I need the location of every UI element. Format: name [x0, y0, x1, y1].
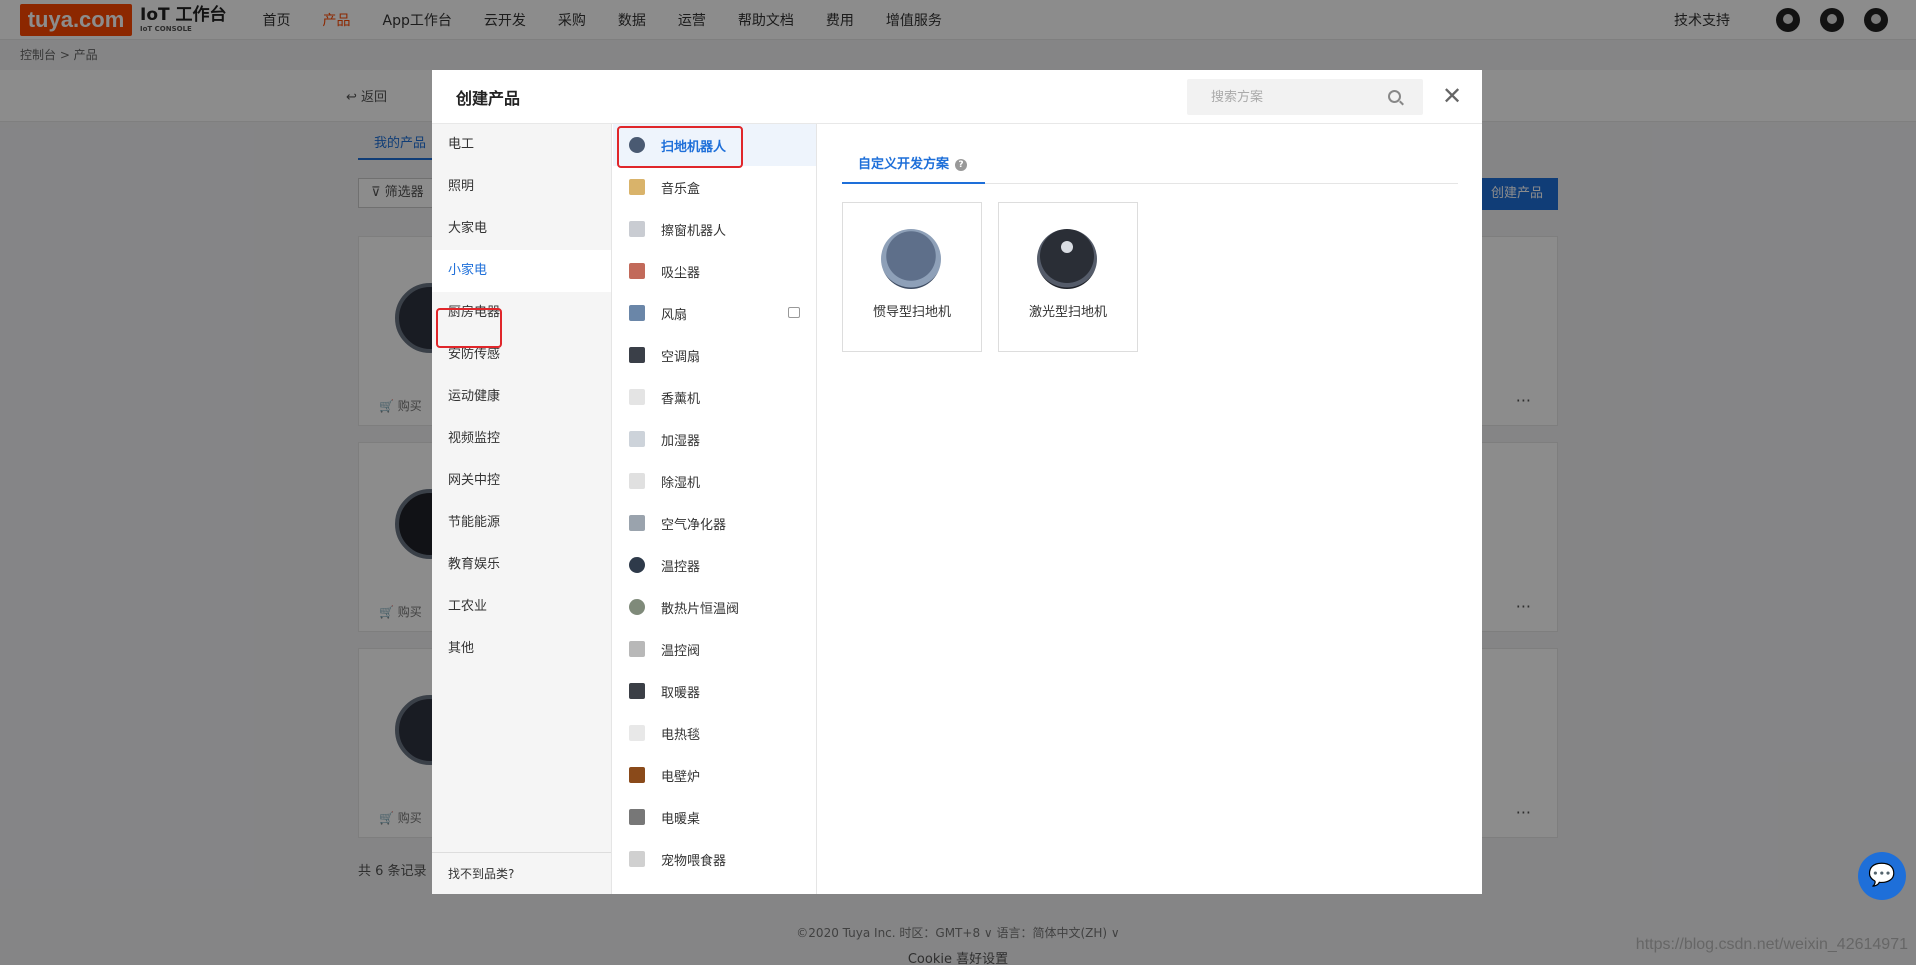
category-large-appliances[interactable]: 大家电 [432, 208, 611, 250]
solution-panel: 自定义开发方案? 惯导型扫地机 激光型扫地机 [818, 124, 1482, 894]
subcategory-label: 香薰机 [661, 391, 701, 407]
category-electrician[interactable]: 电工 [432, 124, 611, 166]
radiator-valve-icon [629, 599, 645, 615]
fan-icon [629, 305, 645, 321]
subcategory-item[interactable]: 加湿器 [613, 418, 816, 460]
subcategory-label: 吸尘器 [661, 265, 701, 281]
subcategory-label: 加湿器 [661, 433, 701, 449]
solution-tabs: 自定义开发方案? [842, 154, 1458, 184]
subcategory-highlight-box [617, 126, 743, 168]
category-education[interactable]: 教育娱乐 [432, 544, 611, 586]
subcategory-item[interactable]: 空气净化器 [613, 502, 816, 544]
subcategory-item[interactable]: 电壁炉 [613, 754, 816, 796]
subcategory-item[interactable]: 空调扇 [613, 334, 816, 376]
dialog-header: 创建产品 ✕ [432, 70, 1482, 124]
solution-label: 惯导型扫地机 [872, 305, 951, 320]
tab-custom-solution[interactable]: 自定义开发方案? [842, 154, 986, 184]
subcategory-label: 除湿机 [661, 475, 701, 491]
subcategory-label: 电壁炉 [661, 769, 701, 785]
category-highlight-box [436, 308, 502, 348]
category-energy[interactable]: 节能能源 [432, 502, 611, 544]
category-list: 电工 照明 大家电 小家电 厨房电器 安防传感 运动健康 视频监控 网关中控 节… [432, 124, 612, 894]
thermostat-icon [629, 557, 645, 573]
subcategory-label: 音乐盒 [661, 181, 701, 197]
category-lighting[interactable]: 照明 [432, 166, 611, 208]
subcategory-list: 扫地机器人 音乐盒 擦窗机器人 吸尘器 风扇 空调扇 香薰机 加湿器 除湿机 空气净化器 温控器 散热… [613, 124, 817, 894]
subcategory-label: 散热片恒温阀 [661, 601, 740, 617]
subcategory-item[interactable]: 除湿机 [613, 460, 816, 502]
subcategory-label: 温控器 [661, 559, 701, 575]
watermark: https://blog.csdn.net/weixin_42614971 [1635, 936, 1908, 953]
subcategory-label: 空调扇 [661, 349, 701, 365]
subcategory-label: 电热毯 [661, 727, 701, 743]
create-product-dialog: 创建产品 ✕ 电工 照明 大家电 小家电 厨房电器 安防传感 运动健康 视频监控… [432, 70, 1482, 894]
subcategory-item[interactable]: 音乐盒 [613, 166, 816, 208]
electric-blanket-icon [629, 725, 645, 741]
temp-valve-icon [629, 641, 645, 657]
aroma-diffuser-icon [629, 389, 645, 405]
close-icon[interactable]: ✕ [1442, 84, 1462, 108]
solution-card-laser[interactable]: 激光型扫地机 [998, 202, 1138, 352]
subcategory-item[interactable]: 取暖器 [613, 670, 816, 712]
subcategory-item[interactable]: 温控阀 [613, 628, 816, 670]
category-gateway[interactable]: 网关中控 [432, 460, 611, 502]
category-industry-agriculture[interactable]: 工农业 [432, 586, 611, 628]
subcategory-item[interactable]: 香薰机 [613, 376, 816, 418]
subcategory-label: 擦窗机器人 [661, 223, 727, 239]
laser-robot-icon [1037, 229, 1097, 289]
fireplace-icon [629, 767, 645, 783]
heater-icon [629, 683, 645, 699]
help-icon[interactable]: ? [955, 159, 968, 171]
window-robot-icon [629, 221, 645, 237]
subcategory-item[interactable]: 吸尘器 [613, 250, 816, 292]
dialog-title: 创建产品 [456, 89, 521, 108]
category-sports-health[interactable]: 运动健康 [432, 376, 611, 418]
solution-card-inertial[interactable]: 惯导型扫地机 [842, 202, 982, 352]
subcategory-label: 温控阀 [661, 643, 701, 659]
subcategory-item[interactable]: 擦窗机器人 [613, 208, 816, 250]
category-other[interactable]: 其他 [432, 628, 611, 670]
air-purifier-icon [629, 515, 645, 531]
subcategory-item[interactable]: 电热毯 [613, 712, 816, 754]
subcategory-item[interactable]: 温控器 [613, 544, 816, 586]
subcategory-item[interactable]: 宠物喂食器 [613, 838, 816, 880]
subcategory-label: 空气净化器 [661, 517, 727, 533]
subcategory-label: 风扇 [661, 307, 688, 323]
heating-table-icon [629, 809, 645, 825]
inertial-robot-icon [881, 229, 941, 289]
music-box-icon [629, 179, 645, 195]
subcategory-item[interactable]: 风扇 [613, 292, 816, 334]
subcategory-item[interactable]: 散热片恒温阀 [613, 586, 816, 628]
chat-support-icon[interactable]: 💬 [1858, 852, 1906, 900]
multi-solution-icon [788, 307, 800, 318]
category-small-appliances[interactable]: 小家电 [432, 250, 611, 292]
humidifier-icon [629, 431, 645, 447]
subcategory-label: 宠物喂食器 [661, 853, 727, 869]
vacuum-cleaner-icon [629, 263, 645, 279]
tab-custom-solution-label: 自定义开发方案 [858, 157, 950, 172]
subcategory-label: 电暖桌 [661, 811, 701, 827]
subcategory-label: 取暖器 [661, 685, 701, 701]
dehumidifier-icon [629, 473, 645, 489]
subcategory-item[interactable]: 电暖桌 [613, 796, 816, 838]
solution-label: 激光型扫地机 [1028, 305, 1107, 320]
pet-feeder-icon [629, 851, 645, 867]
air-cooler-icon [629, 347, 645, 363]
category-video-surveillance[interactable]: 视频监控 [432, 418, 611, 460]
search-icon[interactable] [1388, 90, 1401, 103]
category-not-found-link[interactable]: 找不到品类? [432, 852, 611, 894]
